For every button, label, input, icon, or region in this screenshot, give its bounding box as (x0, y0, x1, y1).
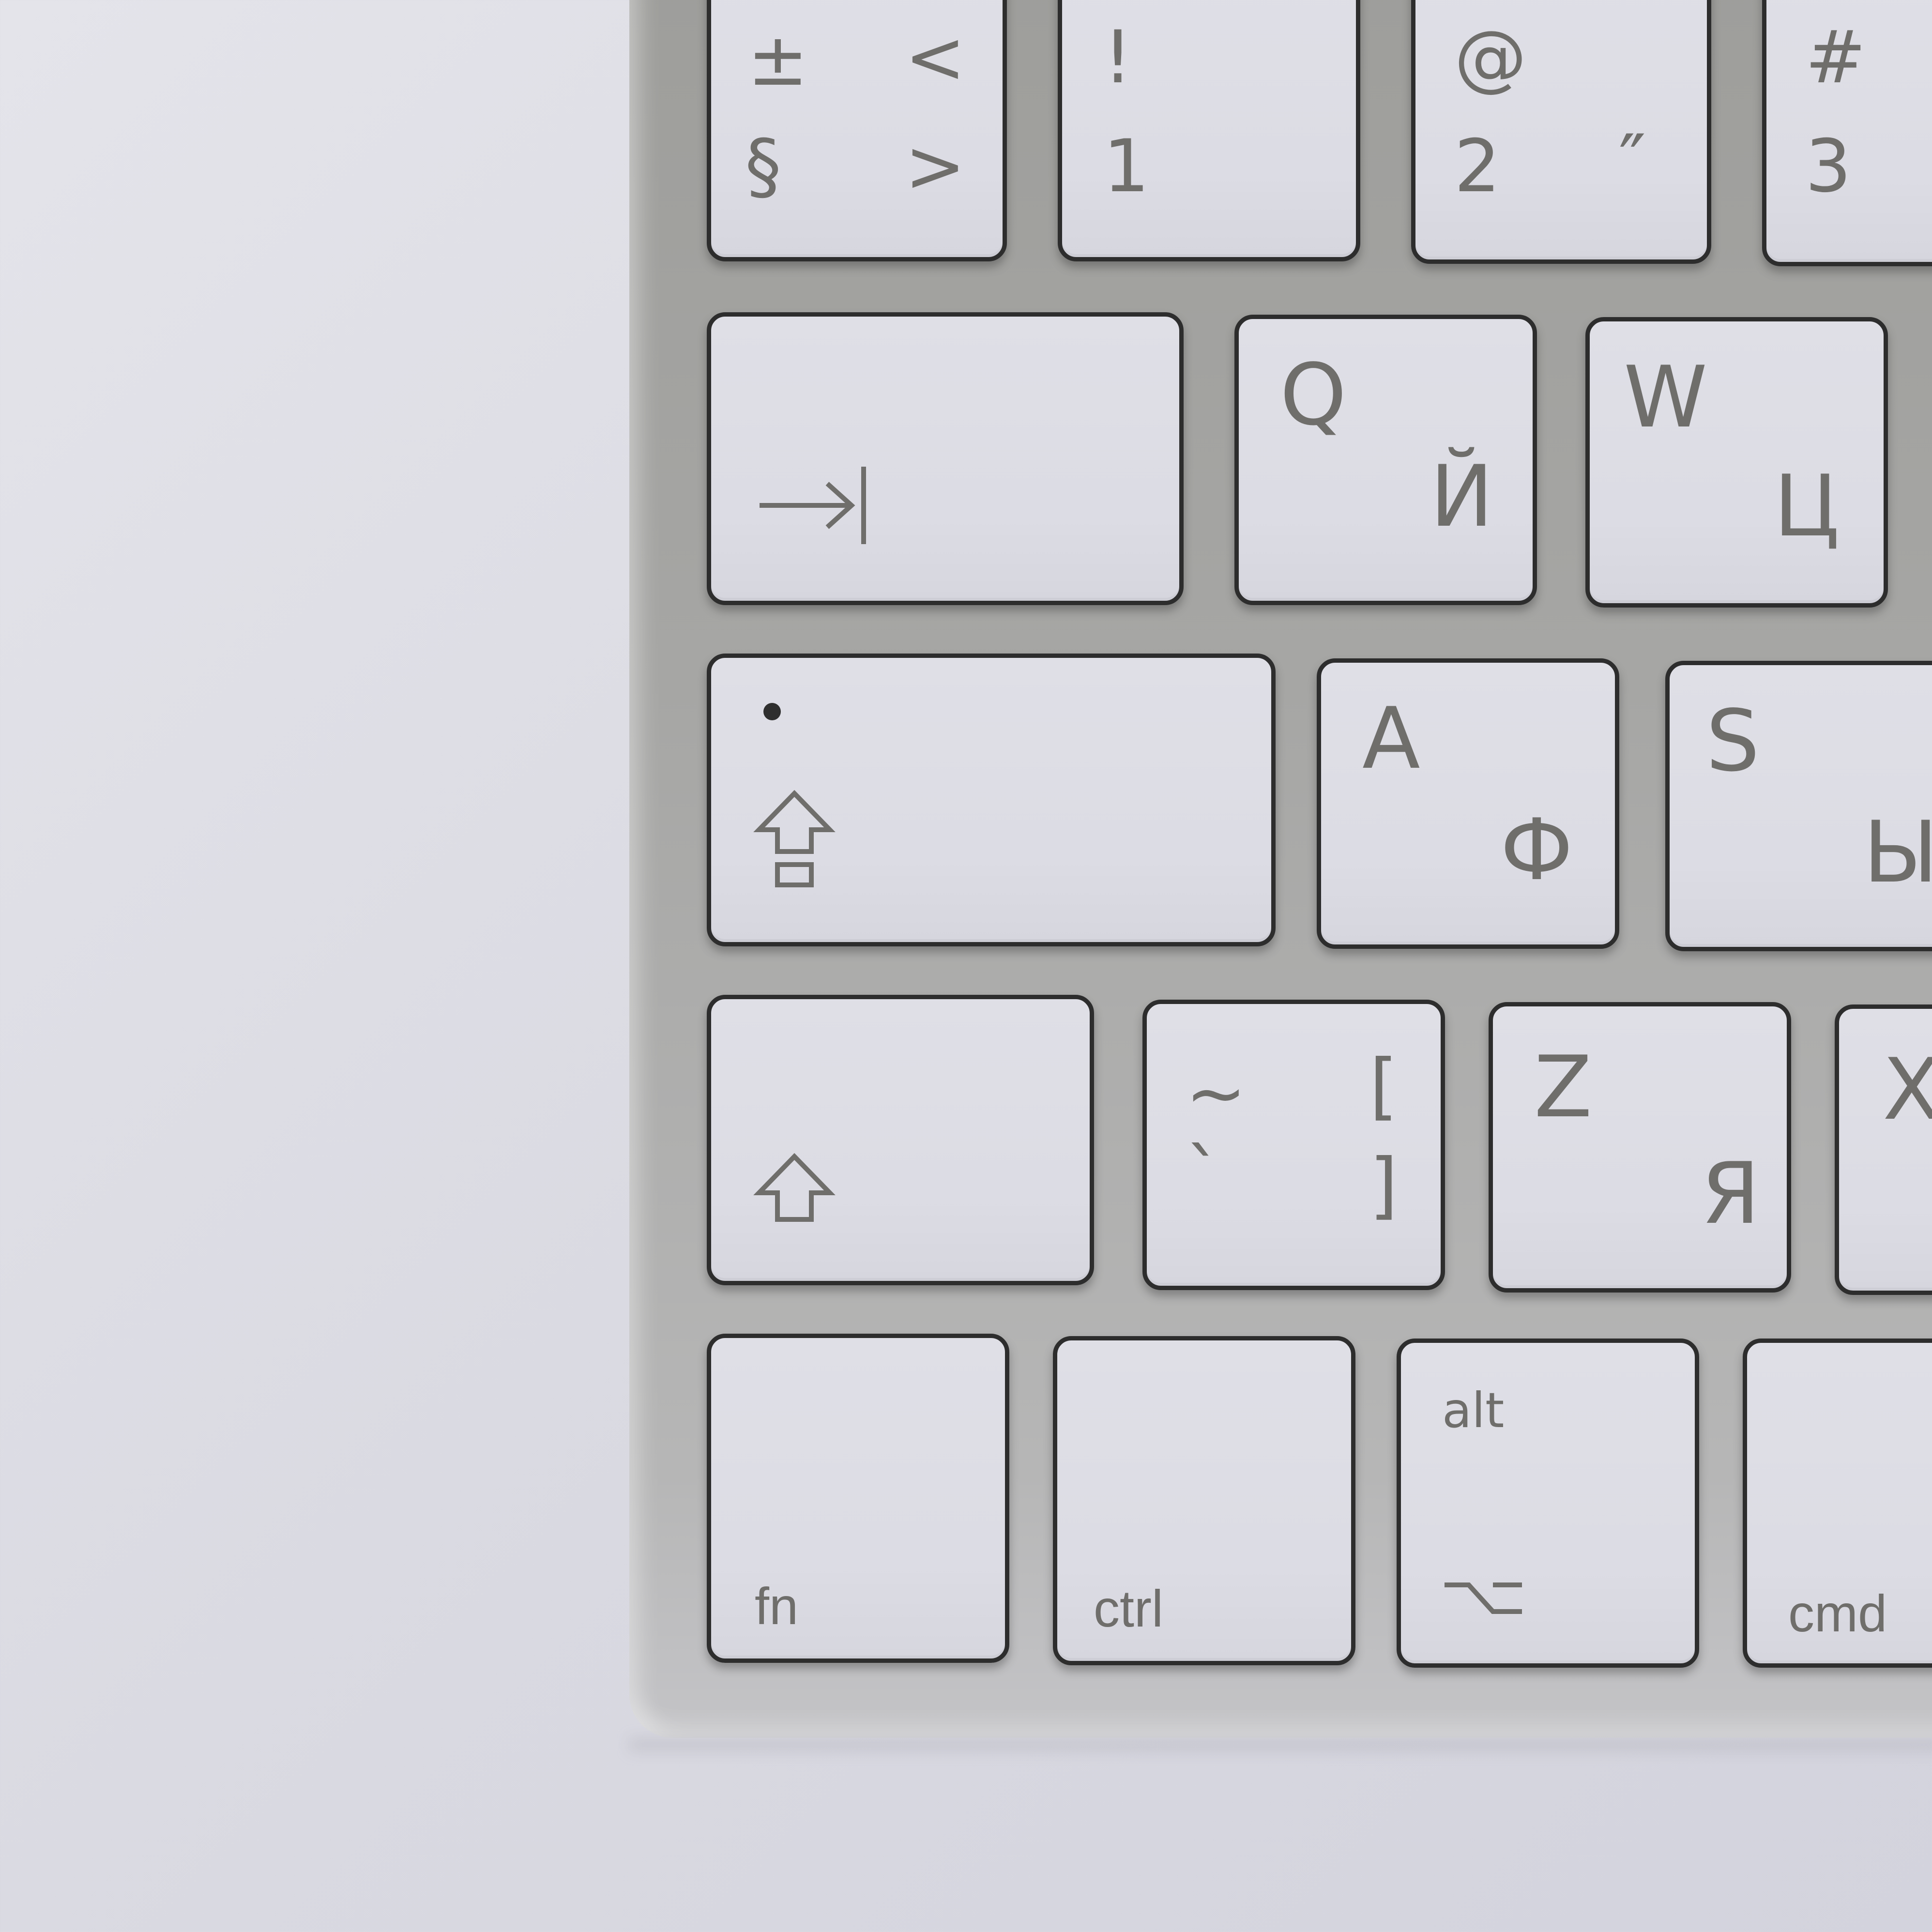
key-1[interactable]: ! 1 (1058, 0, 1360, 261)
key-s-cyrillic-label: Ы (1863, 804, 1932, 902)
key-z-cyrillic-label: Я (1701, 1145, 1760, 1243)
key-backtick-label: ` (1186, 1134, 1222, 1218)
key-section-label: § (745, 124, 781, 209)
key-2-shifted-label: @ (1454, 15, 1527, 100)
tab-arrow-icon (760, 467, 866, 544)
key-w-cyrillic-label: Ц (1774, 457, 1840, 556)
key-q-latin-label: Q (1280, 346, 1347, 444)
key-3-label: 3 (1805, 124, 1852, 209)
option-icon (1445, 1582, 1522, 1614)
caps-lock-icon (753, 790, 836, 887)
key-1-shifted-label: ! (1103, 15, 1133, 100)
key-alt[interactable]: alt (1397, 1339, 1699, 1668)
key-w[interactable]: W Ц (1585, 317, 1888, 608)
key-s[interactable]: S Ы (1665, 661, 1932, 951)
key-ctrl-label: ctrl (1094, 1579, 1163, 1638)
key-fn-label: fn (755, 1577, 799, 1635)
key-w-latin-label: W (1624, 349, 1708, 447)
key-section[interactable]: ± < § > (707, 0, 1007, 261)
key-shift[interactable] (707, 995, 1094, 1285)
key-a[interactable]: A Ф (1317, 658, 1619, 949)
key-alt-label: alt (1442, 1382, 1505, 1439)
key-section-shifted-label: ± (747, 18, 808, 102)
caps-lock-indicator-light (763, 703, 781, 720)
shift-arrow-icon (753, 1153, 836, 1222)
key-q[interactable]: Q Й (1234, 315, 1537, 605)
key-tab[interactable] (707, 312, 1184, 605)
key-2-quote-label: ″ (1619, 120, 1646, 204)
key-a-latin-label: A (1362, 690, 1420, 788)
key-2[interactable]: @ 2 ″ (1411, 0, 1711, 264)
key-section-bottom-right-label: > (905, 124, 966, 209)
key-cmd-label: cmd (1788, 1584, 1887, 1643)
key-caps-lock[interactable] (707, 654, 1276, 946)
key-x[interactable]: X (1835, 1004, 1932, 1295)
key-fn[interactable]: fn (707, 1334, 1009, 1663)
key-q-cyrillic-label: Й (1430, 448, 1493, 546)
key-close-bracket-label: ] (1369, 1143, 1398, 1228)
key-open-bracket-label: [ (1369, 1044, 1398, 1128)
key-x-latin-label: X (1883, 1041, 1932, 1139)
key-section-top-right-label: < (905, 15, 966, 100)
key-ctrl[interactable]: ctrl (1053, 1336, 1355, 1665)
key-cmd[interactable]: cmd (1743, 1339, 1932, 1668)
key-3[interactable]: # 3 (1762, 0, 1932, 266)
key-tilde[interactable]: ~ [ ` ] (1142, 1000, 1445, 1290)
key-tilde-label: ~ (1186, 1051, 1247, 1136)
key-3-shifted-label: # (1805, 15, 1866, 100)
key-z[interactable]: Z Я (1489, 1002, 1791, 1293)
key-s-latin-label: S (1706, 692, 1760, 791)
key-2-label: 2 (1454, 124, 1501, 209)
key-z-latin-label: Z (1534, 1038, 1592, 1137)
key-a-cyrillic-label: Ф (1500, 801, 1573, 899)
key-1-label: 1 (1103, 124, 1150, 209)
